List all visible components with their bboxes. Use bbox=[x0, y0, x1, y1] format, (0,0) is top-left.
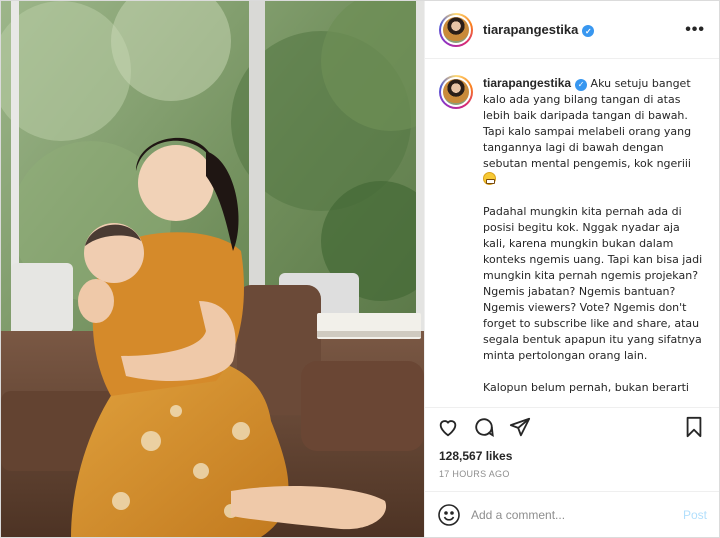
grimacing-face-emoji-icon bbox=[483, 172, 496, 185]
avatar-image bbox=[443, 16, 469, 43]
photo-illustration bbox=[1, 1, 424, 537]
heart-icon[interactable] bbox=[437, 416, 461, 440]
post-side-panel: tiarapangestika ✓ ••• tiarapangestika ✓ Ak… bbox=[424, 1, 719, 537]
caption-avatar-image bbox=[443, 79, 469, 105]
caption-paragraph-3: Kalopun belum pernah, bukan berarti bbox=[483, 381, 689, 394]
caption: tiarapangestika ✓ Aku setuju banget kalo … bbox=[439, 75, 705, 396]
comment-input[interactable] bbox=[471, 507, 683, 522]
likes-count[interactable]: 128,567 likes bbox=[425, 447, 719, 465]
action-bar bbox=[425, 407, 719, 447]
username-text[interactable]: tiarapangestika bbox=[483, 22, 578, 37]
caption-avatar-border bbox=[441, 77, 471, 107]
post-timestamp[interactable]: 17 HOURS AGO bbox=[425, 465, 719, 491]
bookmark-icon[interactable] bbox=[683, 416, 707, 440]
verified-badge-icon: ✓ bbox=[582, 25, 595, 38]
caption-paragraph-2: Padahal mungkin kita pernah ada di posis… bbox=[483, 205, 703, 362]
caption-paragraph-1: Aku setuju banget kalo ada yang bilang t… bbox=[483, 77, 692, 170]
comments-scroll-area[interactable]: tiarapangestika ✓ Aku setuju banget kalo … bbox=[425, 59, 719, 407]
post-header: tiarapangestika ✓ ••• bbox=[425, 1, 719, 59]
caption-text: tiarapangestika ✓ Aku setuju banget kalo … bbox=[483, 75, 705, 396]
caption-verified-badge-icon: ✓ bbox=[575, 79, 588, 91]
caption-username[interactable]: tiarapangestika bbox=[483, 76, 571, 90]
caption-avatar[interactable] bbox=[439, 75, 473, 109]
more-options-icon[interactable]: ••• bbox=[685, 21, 705, 39]
post-comment-button[interactable]: Post bbox=[683, 508, 707, 522]
add-comment-section: Post bbox=[425, 491, 719, 537]
paper-plane-icon[interactable] bbox=[509, 416, 533, 440]
post-photo[interactable] bbox=[1, 1, 424, 537]
comment-icon[interactable] bbox=[473, 416, 497, 440]
avatar-border bbox=[441, 14, 471, 45]
smiley-icon[interactable] bbox=[437, 503, 461, 527]
instagram-post-window: tiarapangestika ✓ ••• tiarapangestika ✓ Ak… bbox=[0, 0, 720, 538]
avatar[interactable] bbox=[439, 12, 473, 47]
post-username[interactable]: tiarapangestika ✓ bbox=[483, 22, 595, 38]
